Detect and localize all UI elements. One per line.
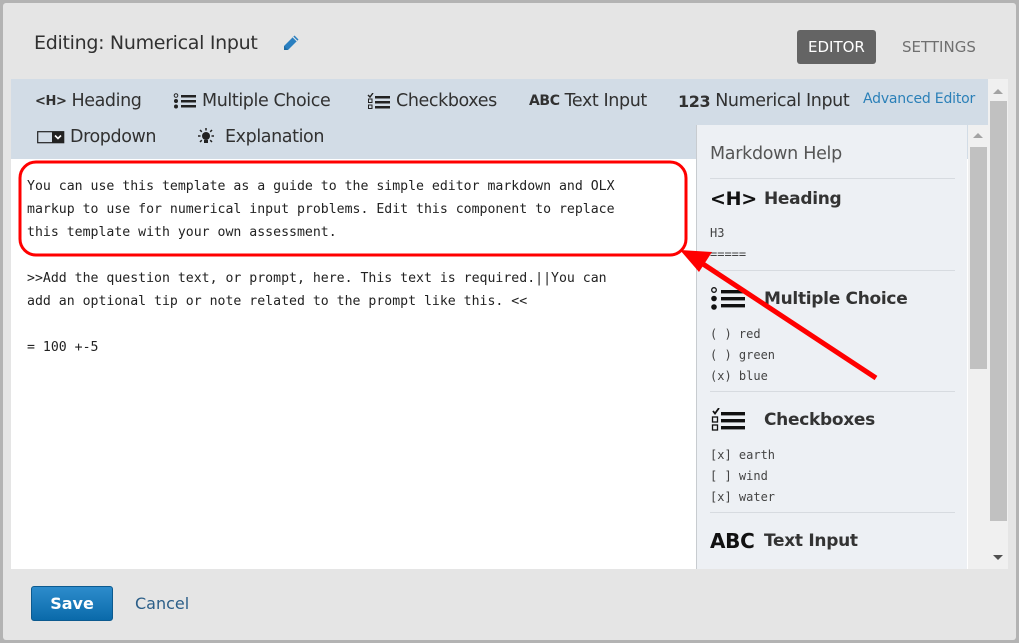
editor-modal: Editing: Numerical Input EDITOR SETTINGS… [3, 3, 1016, 640]
divider [710, 391, 955, 392]
toolbar-numerical-input-label: Numerical Input [715, 91, 850, 111]
toolbar-explanation-button[interactable]: Explanation [197, 125, 324, 149]
help-heading-example: H3 ===== [710, 226, 747, 261]
cancel-button[interactable]: Cancel [135, 594, 189, 613]
toolbar-numerical-input-button[interactable]: 123 Numerical Input [678, 89, 850, 113]
scroll-up-arrow-icon[interactable] [973, 133, 983, 138]
toolbar-text-input-button[interactable]: ABC Text Input [529, 89, 647, 113]
help-checkboxes-example: [x] earth [ ] wind [x] water [710, 448, 776, 504]
editor-scrollbar[interactable] [988, 79, 1008, 569]
help-panel-scroll-thumb[interactable] [970, 147, 987, 369]
tab-settings[interactable]: SETTINGS [891, 30, 987, 64]
help-section-text-input-title: ABC Text Input [710, 529, 858, 553]
editor-scroll-thumb[interactable] [990, 101, 1007, 521]
checkboxes-icon [367, 92, 391, 110]
markdown-help-panel: Markdown Help <H> Heading H3 ===== Multi… [696, 125, 967, 569]
numerical-input-icon: 123 [678, 91, 711, 111]
modal-footer: Save Cancel [3, 569, 1016, 640]
toolbar-checkboxes-label: Checkboxes [396, 91, 497, 111]
toolbar-heading-button[interactable]: <H> Heading [35, 89, 142, 113]
editor-area: <H> Heading Multiple Choice Checkboxes A… [11, 79, 988, 569]
toolbar-text-input-label: Text Input [564, 91, 648, 111]
help-multiple-choice-example: ( ) red ( ) green (x) blue [710, 327, 776, 383]
help-panel-scrollbar[interactable] [968, 125, 988, 569]
editor-paragraph-prompt: >>Add the question text, or prompt, here… [27, 271, 607, 309]
scroll-down-arrow-icon[interactable] [993, 555, 1003, 560]
divider [710, 178, 955, 179]
toolbar-dropdown-button[interactable]: Dropdown [37, 125, 157, 149]
editor-paragraph-answer: = 100 +-5 [27, 340, 99, 355]
toolbar-dropdown-label: Dropdown [70, 127, 157, 147]
toolbar-checkboxes-button[interactable]: Checkboxes [367, 89, 497, 113]
help-section-multiple-choice-title: Multiple Choice [710, 287, 908, 311]
help-section-heading-title: <H> Heading [710, 188, 842, 210]
heading-icon: <H> [710, 188, 757, 210]
toolbar-heading-label: Heading [71, 91, 142, 111]
editor-paragraph-intro: You can use this template as a guide to … [27, 179, 615, 240]
page-title: Editing: Numerical Input [34, 32, 258, 54]
heading-icon: <H> [35, 93, 67, 109]
save-button[interactable]: Save [31, 586, 113, 621]
toolbar-explanation-label: Explanation [225, 127, 325, 147]
toolbar-multiple-choice-button[interactable]: Multiple Choice [173, 89, 331, 113]
divider [710, 512, 955, 513]
markdown-textarea[interactable]: You can use this template as a guide to … [11, 159, 695, 569]
checkboxes-icon [710, 408, 754, 432]
help-section-checkboxes-title: Checkboxes [710, 408, 875, 432]
multiple-choice-icon [173, 93, 197, 109]
text-input-icon: ABC [529, 93, 560, 109]
advanced-editor-link[interactable]: Advanced Editor [863, 91, 975, 107]
tab-editor[interactable]: EDITOR [797, 30, 876, 64]
toolbar-multiple-choice-label: Multiple Choice [202, 91, 331, 111]
explanation-icon [197, 128, 215, 146]
scroll-up-arrow-icon[interactable] [993, 89, 1003, 94]
multiple-choice-icon [710, 287, 754, 311]
divider [710, 270, 955, 271]
dropdown-icon [37, 129, 65, 145]
text-input-icon: ABC [710, 529, 755, 553]
modal-header: Editing: Numerical Input EDITOR SETTINGS [3, 3, 1016, 79]
pencil-icon[interactable] [282, 34, 300, 52]
markdown-help-title: Markdown Help [710, 144, 842, 164]
